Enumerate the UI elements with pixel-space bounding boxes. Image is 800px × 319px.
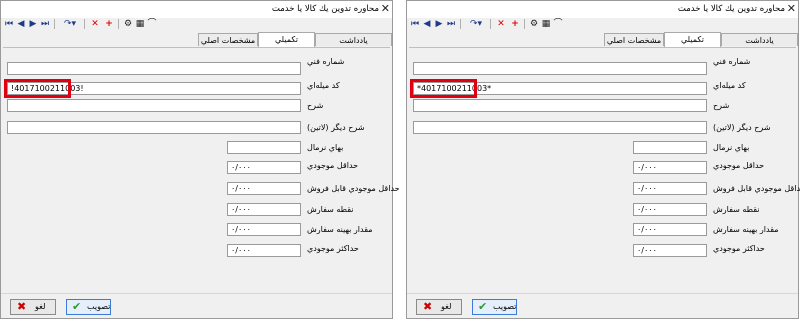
cancel-button-label: لغو — [35, 302, 46, 311]
refresh-icon[interactable]: ↷▾ — [60, 18, 80, 30]
tab-strip: مشخصات اصلي تكميلي يادداشت — [192, 32, 392, 47]
close-icon[interactable]: ✕ — [787, 2, 796, 16]
max-stock-label: حداكثر موجودي — [713, 244, 765, 253]
optimal-order-qty-label: مقدار بهينه سفارش — [307, 225, 373, 234]
latin-description-input[interactable] — [7, 121, 301, 134]
toolbar: ⏮ ◀ ▶ ⏭ ↷▾ ✕ + ⚙ ▦ ⌒ — [410, 18, 610, 32]
add-icon[interactable]: + — [104, 18, 114, 30]
delete-icon[interactable]: ✕ — [90, 18, 100, 30]
latin-description-input[interactable] — [413, 121, 707, 134]
optimal-order-qty-input[interactable]: ۰/۰۰۰ — [633, 223, 707, 236]
reorder-point-label: نقطه سفارش — [713, 205, 760, 214]
cancel-button[interactable]: ✖ لغو — [10, 299, 56, 315]
barcode-label: كد ميله‌اي — [307, 81, 340, 90]
tab-supplementary[interactable]: تكميلي — [258, 32, 315, 47]
toolbar: ⏮ ◀ ▶ ⏭ ↷▾ ✕ + ⚙ ▦ ⌒ — [4, 18, 204, 32]
min-sellable-stock-input[interactable]: ۰/۰۰۰ — [227, 182, 301, 195]
min-stock-label: حداقل موجودي — [307, 161, 359, 170]
min-stock-input[interactable]: ۰/۰۰۰ — [227, 161, 301, 174]
next-record-icon[interactable]: ▶ — [434, 18, 444, 30]
tab-notes[interactable]: يادداشت — [721, 33, 798, 46]
tab-main-specs[interactable]: مشخصات اصلي — [604, 33, 664, 46]
barcode-highlight — [410, 79, 477, 98]
last-record-icon[interactable]: ⏭ — [446, 18, 456, 30]
normal-price-label: بهاي نرمال — [307, 143, 344, 152]
cancel-button[interactable]: ✖ لغو — [416, 299, 462, 315]
reorder-point-input[interactable]: ۰/۰۰۰ — [633, 203, 707, 216]
divider — [407, 293, 798, 294]
binoculars-icon[interactable]: ⌒ — [553, 18, 563, 30]
settings-icon[interactable]: ⚙ — [123, 18, 133, 30]
cancel-icon: ✖ — [423, 300, 433, 313]
approve-button[interactable]: ✔ تصويب — [66, 299, 111, 315]
description-input[interactable] — [413, 99, 707, 112]
divider — [1, 293, 392, 294]
checkmark-icon: ✔ — [478, 300, 488, 313]
title-bar: محاوره تدوین یك كالا یا خدمت ✕ — [407, 1, 798, 18]
toolbar-separator — [460, 19, 461, 29]
technical-no-label: شماره فني — [307, 57, 345, 66]
technical-no-input[interactable] — [413, 62, 707, 75]
technical-no-label: شماره فني — [713, 57, 751, 66]
toolbar-separator — [490, 19, 491, 29]
latin-description-label: شرح ديگر (لاتين) — [713, 123, 771, 132]
reorder-point-input[interactable]: ۰/۰۰۰ — [227, 203, 301, 216]
prev-record-icon[interactable]: ◀ — [422, 18, 432, 30]
optimal-order-qty-input[interactable]: ۰/۰۰۰ — [227, 223, 301, 236]
toolbar-separator — [54, 19, 55, 29]
binoculars-icon[interactable]: ⌒ — [147, 18, 157, 30]
min-stock-input[interactable]: ۰/۰۰۰ — [633, 161, 707, 174]
latin-description-label: شرح ديگر (لاتين) — [307, 123, 365, 132]
tab-strip: مشخصات اصلي تكميلي يادداشت — [598, 32, 798, 47]
min-sellable-stock-label: حداقل موجودي قابل فروش — [713, 184, 800, 193]
add-icon[interactable]: + — [510, 18, 520, 30]
refresh-icon[interactable]: ↷▾ — [466, 18, 486, 30]
tab-supplementary[interactable]: تكميلي — [664, 32, 721, 47]
max-stock-input[interactable]: ۰/۰۰۰ — [227, 244, 301, 257]
toolbar-separator — [84, 19, 85, 29]
grid-icon[interactable]: ▦ — [541, 18, 551, 30]
reorder-point-label: نقطه سفارش — [307, 205, 354, 214]
prev-record-icon[interactable]: ◀ — [16, 18, 26, 30]
cancel-button-label: لغو — [441, 302, 452, 311]
checkmark-icon: ✔ — [72, 300, 82, 313]
min-stock-label: حداقل موجودي — [713, 161, 765, 170]
max-stock-input[interactable]: ۰/۰۰۰ — [633, 244, 707, 257]
settings-icon[interactable]: ⚙ — [529, 18, 539, 30]
close-icon[interactable]: ✕ — [381, 2, 390, 16]
grid-icon[interactable]: ▦ — [135, 18, 145, 30]
approve-button[interactable]: ✔ تصويب — [472, 299, 517, 315]
toolbar-separator — [118, 19, 119, 29]
title-bar: محاوره تدوین یك كالا یا خدمت ✕ — [1, 1, 392, 18]
window-title: محاوره تدوین یك كالا یا خدمت — [677, 4, 785, 14]
optimal-order-qty-label: مقدار بهينه سفارش — [713, 225, 779, 234]
description-label: شرح — [713, 101, 730, 110]
max-stock-label: حداكثر موجودي — [307, 244, 359, 253]
normal-price-input[interactable] — [227, 141, 301, 154]
barcode-highlight — [4, 79, 71, 98]
window-title: محاوره تدوین یك كالا یا خدمت — [271, 4, 379, 14]
tab-notes[interactable]: يادداشت — [315, 33, 392, 46]
delete-icon[interactable]: ✕ — [496, 18, 506, 30]
last-record-icon[interactable]: ⏭ — [40, 18, 50, 30]
approve-button-label: تصويب — [87, 302, 111, 311]
cancel-icon: ✖ — [17, 300, 27, 313]
barcode-label: كد ميله‌اي — [713, 81, 746, 90]
technical-no-input[interactable] — [7, 62, 301, 75]
tab-main-specs[interactable]: مشخصات اصلي — [198, 33, 258, 46]
min-sellable-stock-input[interactable]: ۰/۰۰۰ — [633, 182, 707, 195]
toolbar-separator — [524, 19, 525, 29]
first-record-icon[interactable]: ⏮ — [4, 18, 14, 30]
next-record-icon[interactable]: ▶ — [28, 18, 38, 30]
description-label: شرح — [307, 101, 324, 110]
description-input[interactable] — [7, 99, 301, 112]
approve-button-label: تصويب — [493, 302, 517, 311]
item-dialog-left: محاوره تدوین یك كالا یا خدمت ✕ ⏮ ◀ ▶ ⏭ ↷… — [0, 0, 400, 319]
first-record-icon[interactable]: ⏮ — [410, 18, 420, 30]
normal-price-label: بهاي نرمال — [713, 143, 750, 152]
min-sellable-stock-label: حداقل موجودي قابل فروش — [307, 184, 400, 193]
item-dialog-right: محاوره تدوین یك كالا یا خدمت ✕ ⏮ ◀ ▶ ⏭ ↷… — [406, 0, 800, 319]
normal-price-input[interactable] — [633, 141, 707, 154]
